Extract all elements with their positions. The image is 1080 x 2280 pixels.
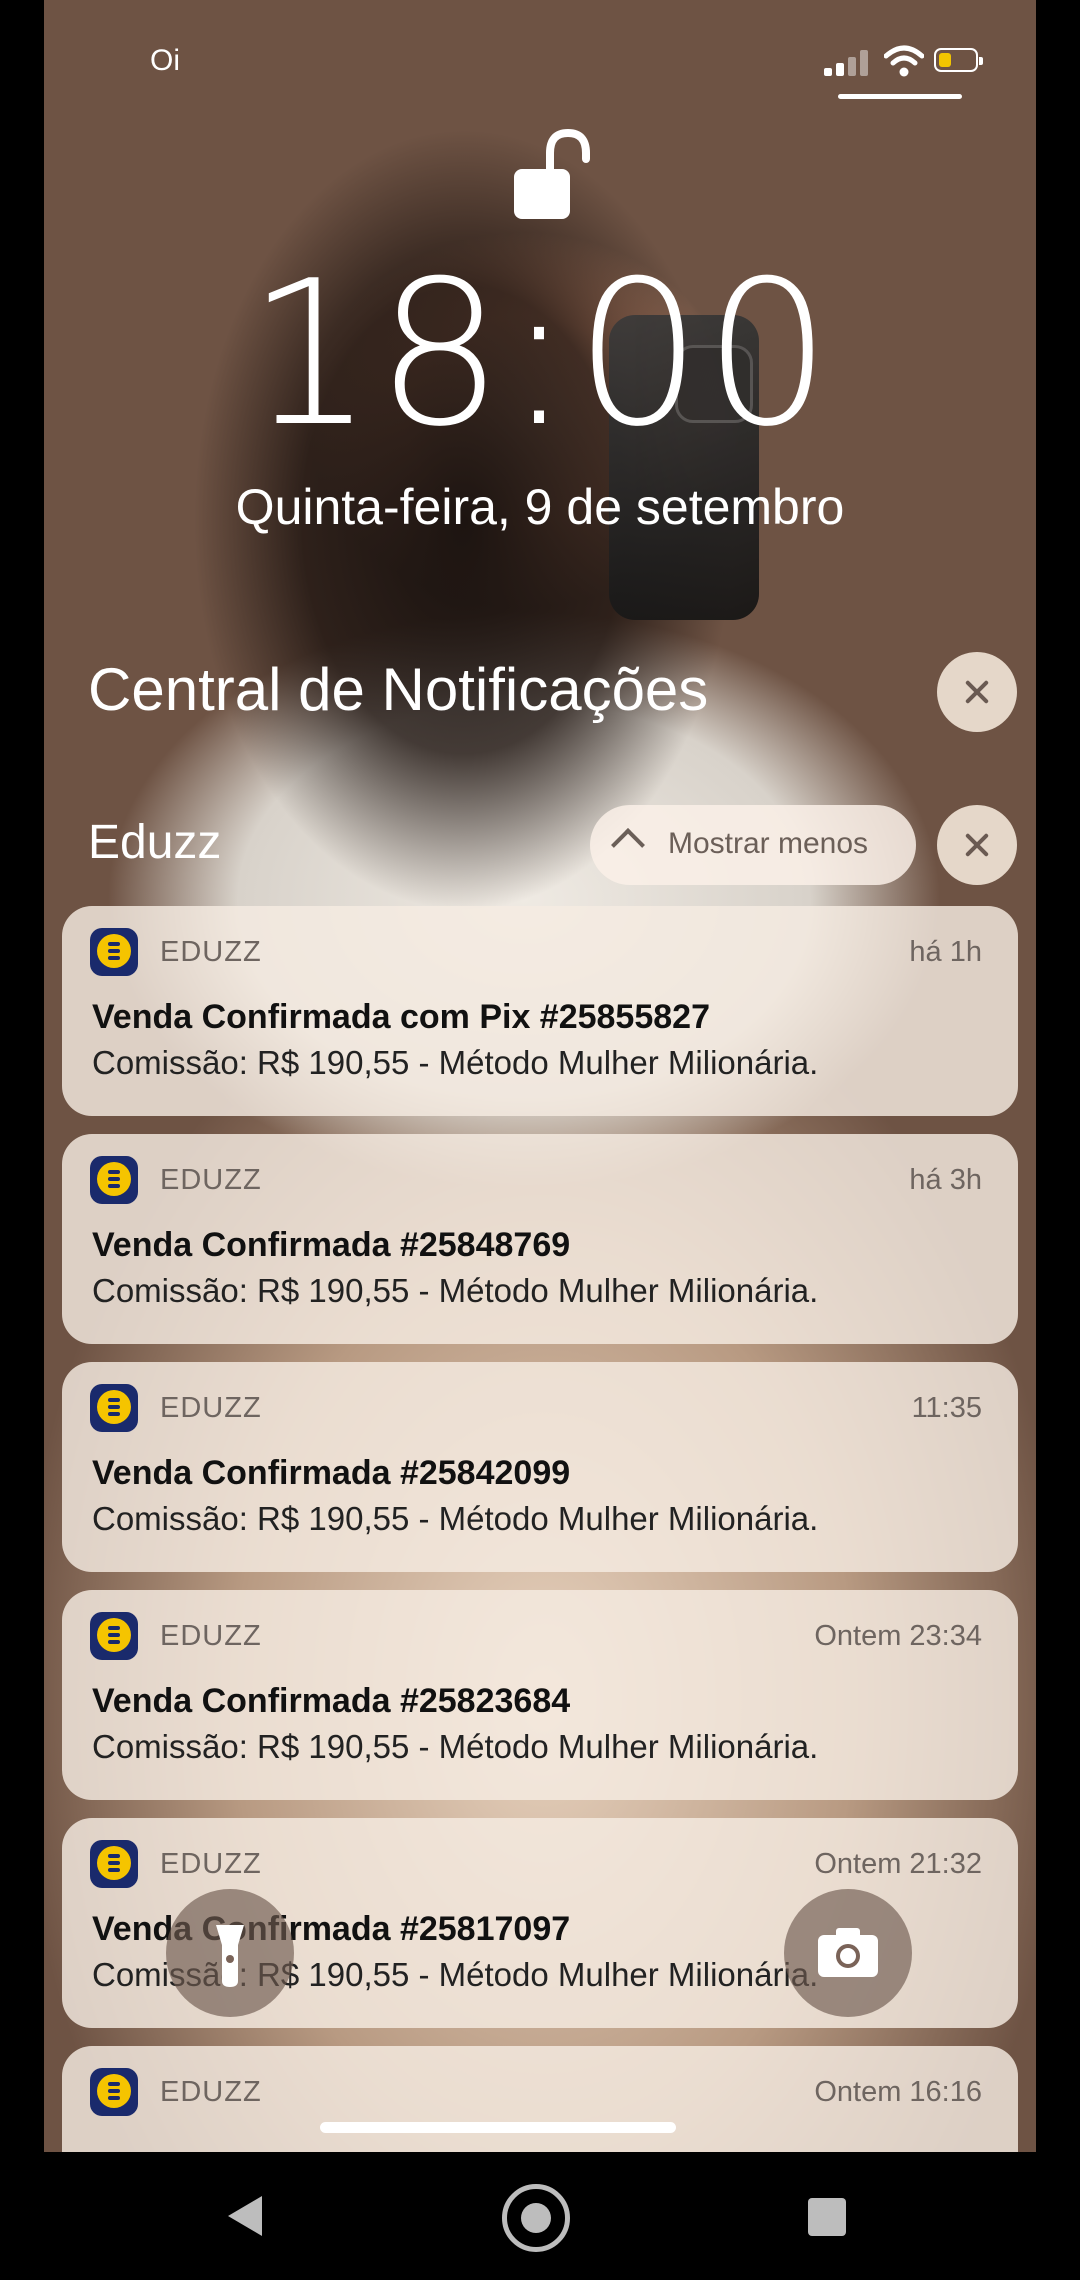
notification-title: Venda Confirmada #25848769 bbox=[92, 1226, 571, 1264]
notification-time: há 1h bbox=[909, 936, 982, 968]
home-icon[interactable] bbox=[502, 2184, 570, 2252]
notification-title: Venda Confirmada #25817097 bbox=[92, 1910, 571, 1948]
notification-title: Venda Confirmada #25842099 bbox=[92, 1454, 571, 1492]
eduzz-app-icon bbox=[90, 1384, 138, 1432]
battery-icon bbox=[934, 48, 983, 72]
home-indicator[interactable] bbox=[320, 2122, 676, 2133]
notification-body: Comissão: R$ 190,55 - Método Mulher Mili… bbox=[92, 1728, 819, 1765]
notification-card[interactable]: EDUZZ Ontem 23:34 Venda Confirmada #2582… bbox=[62, 1590, 1018, 1800]
recent-apps-icon[interactable] bbox=[808, 2198, 846, 2236]
lock-screen-clock: 18:00 bbox=[246, 238, 834, 471]
notification-group-title: Eduzz bbox=[88, 816, 222, 869]
notification-body: Comissão: R$ 190,55 - Método Mulher Mili… bbox=[92, 1044, 819, 1081]
cellular-signal-icon bbox=[824, 50, 872, 76]
notification-time: Ontem 23:34 bbox=[814, 1620, 982, 1652]
android-navigation-bar bbox=[0, 2152, 1080, 2280]
notification-app-name: EDUZZ bbox=[160, 936, 262, 968]
notification-card[interactable]: EDUZZ Ontem 16:16 bbox=[62, 2046, 1018, 2152]
flashlight-button[interactable] bbox=[166, 1889, 294, 2017]
notification-time: Ontem 16:16 bbox=[814, 2076, 982, 2108]
flashlight-icon bbox=[216, 1925, 244, 1987]
clear-all-button[interactable] bbox=[937, 652, 1017, 732]
wifi-icon bbox=[884, 45, 924, 77]
notification-time: 11:35 bbox=[911, 1392, 982, 1424]
clear-group-button[interactable] bbox=[937, 805, 1017, 885]
notification-app-name: EDUZZ bbox=[160, 2076, 262, 2108]
notification-card[interactable]: EDUZZ 11:35 Venda Confirmada #25842099 C… bbox=[62, 1362, 1018, 1572]
notification-app-name: EDUZZ bbox=[160, 1392, 262, 1424]
show-less-button[interactable]: Mostrar menos bbox=[590, 805, 916, 885]
notification-time: Ontem 21:32 bbox=[814, 1848, 982, 1880]
eduzz-app-icon bbox=[90, 928, 138, 976]
chevron-up-icon bbox=[611, 828, 645, 862]
notification-center-title: Central de Notificações bbox=[88, 656, 709, 723]
notification-app-name: EDUZZ bbox=[160, 1848, 262, 1880]
eduzz-app-icon bbox=[90, 1156, 138, 1204]
eduzz-app-icon bbox=[90, 2068, 138, 2116]
carrier-label: Oi bbox=[150, 44, 180, 77]
notification-body: Comissão: R$ 190,55 - Método Mulher Mili… bbox=[92, 1272, 819, 1309]
status-bar: Oi bbox=[44, 40, 1036, 80]
notification-card[interactable]: EDUZZ há 1h Venda Confirmada com Pix #25… bbox=[62, 906, 1018, 1116]
control-center-handle[interactable] bbox=[838, 94, 962, 99]
notification-card[interactable]: EDUZZ há 3h Venda Confirmada #25848769 C… bbox=[62, 1134, 1018, 1344]
show-less-label: Mostrar menos bbox=[668, 827, 869, 860]
lock-screen: Oi 18:00 Quinta-feira, 9 de setembro Cen… bbox=[44, 0, 1036, 2152]
back-icon[interactable] bbox=[228, 2196, 262, 2236]
unlocked-padlock-icon bbox=[514, 128, 590, 219]
notification-title: Venda Confirmada com Pix #25855827 bbox=[92, 998, 710, 1036]
notification-app-name: EDUZZ bbox=[160, 1620, 262, 1652]
eduzz-app-icon bbox=[90, 1840, 138, 1888]
lock-screen-date: Quinta-feira, 9 de setembro bbox=[235, 479, 845, 535]
notification-app-name: EDUZZ bbox=[160, 1164, 262, 1196]
eduzz-app-icon bbox=[90, 1612, 138, 1660]
notification-title: Venda Confirmada #25823684 bbox=[92, 1682, 571, 1720]
notification-time: há 3h bbox=[909, 1164, 982, 1196]
notification-body: Comissão: R$ 190,55 - Método Mulher Mili… bbox=[92, 1500, 819, 1537]
camera-icon bbox=[818, 1928, 878, 1977]
camera-button[interactable] bbox=[784, 1889, 912, 2017]
